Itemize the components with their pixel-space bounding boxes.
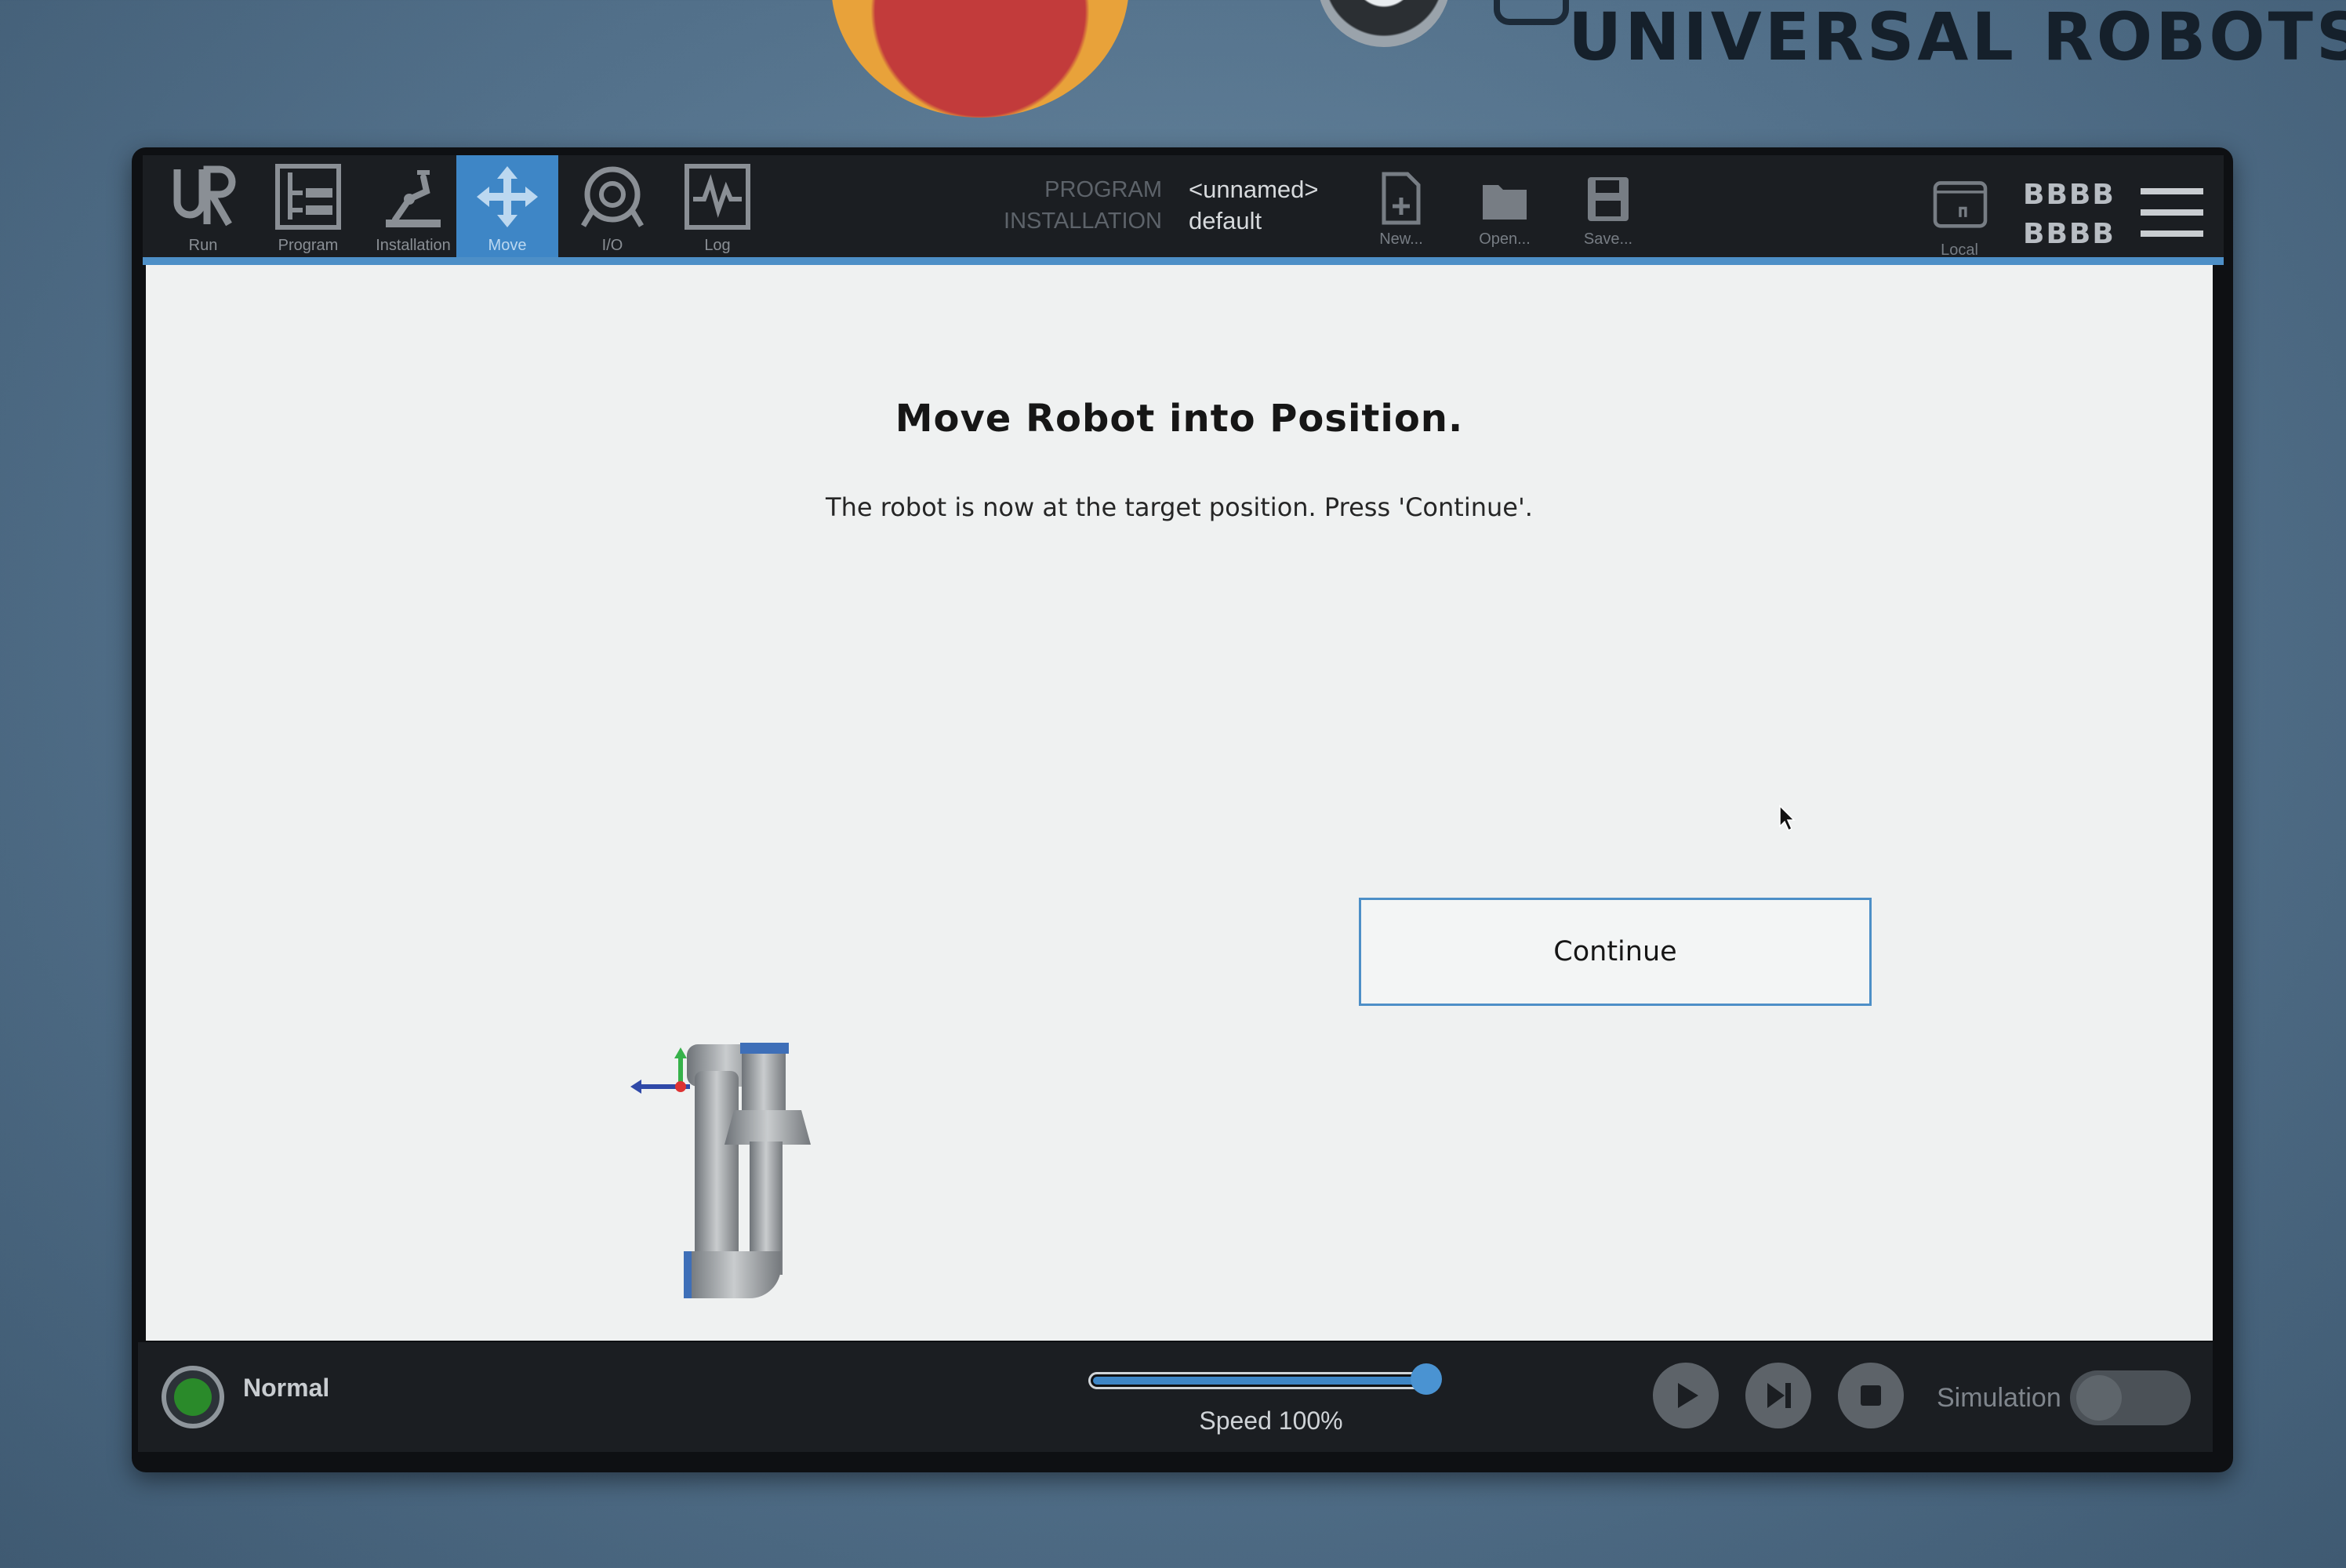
tab-log[interactable]: Log bbox=[666, 155, 768, 257]
robot-id-line-2: BBBB bbox=[2023, 218, 2115, 250]
speed-label: Speed 100% bbox=[1199, 1406, 1343, 1435]
tab-program[interactable]: Program bbox=[257, 155, 359, 257]
ur-logo-icon bbox=[173, 165, 236, 227]
program-label: PROGRAM bbox=[1044, 177, 1162, 202]
tab-label: Move bbox=[488, 237, 527, 254]
status-light-icon bbox=[174, 1378, 212, 1416]
stop-icon bbox=[1861, 1385, 1881, 1406]
open-label: Open... bbox=[1479, 230, 1531, 248]
tab-move[interactable]: Move bbox=[456, 155, 558, 257]
stop-button[interactable] bbox=[1838, 1363, 1904, 1428]
robot-3d-view bbox=[630, 1043, 811, 1298]
robot-status-button[interactable] bbox=[162, 1366, 224, 1428]
simulation-label: Simulation bbox=[1937, 1383, 2061, 1413]
emergency-stop-button[interactable] bbox=[831, 0, 1129, 118]
hamburger-menu-icon[interactable] bbox=[2141, 187, 2203, 238]
log-graph-icon bbox=[685, 164, 750, 230]
top-bar: Run Program Installation Move I/O Log PR… bbox=[143, 155, 2224, 259]
tab-io[interactable]: I/O bbox=[561, 155, 663, 257]
simulation-toggle-knob bbox=[2076, 1375, 2122, 1421]
step-forward-icon bbox=[1767, 1383, 1791, 1408]
save-label: Save... bbox=[1583, 230, 1633, 248]
tab-installation[interactable]: Installation bbox=[362, 155, 464, 257]
instruction-message: The robot is now at the target position.… bbox=[826, 492, 1533, 522]
continue-button[interactable]: Continue bbox=[1359, 898, 1872, 1006]
tab-label: Program bbox=[278, 237, 339, 254]
robot-status-text: Normal bbox=[243, 1374, 330, 1402]
brand-logo-icon bbox=[1494, 0, 1569, 25]
new-label: New... bbox=[1379, 230, 1423, 248]
speed-slider[interactable] bbox=[1088, 1363, 1442, 1395]
installation-name: default bbox=[1189, 207, 1262, 234]
program-name: <unnamed> bbox=[1189, 176, 1319, 203]
topbar-accent-line bbox=[143, 257, 2224, 265]
bottom-bar: Normal Speed 100% Simulation bbox=[138, 1342, 2213, 1452]
save-program-button[interactable]: Save... bbox=[1565, 163, 1651, 253]
step-button[interactable] bbox=[1745, 1363, 1811, 1428]
speed-slider-fill bbox=[1093, 1377, 1429, 1385]
io-icon bbox=[580, 166, 645, 227]
robot-id-line-1: BBBB bbox=[2023, 179, 2115, 211]
speed-slider-handle[interactable] bbox=[1411, 1363, 1442, 1395]
tab-run[interactable]: Run bbox=[152, 155, 254, 257]
page-title: Move Robot into Position. bbox=[895, 397, 1464, 441]
new-file-icon bbox=[1382, 172, 1421, 225]
tab-label: Log bbox=[704, 237, 731, 254]
brand-name: UNIVERSAL ROBOTS bbox=[1568, 0, 2346, 75]
program-tree-icon bbox=[275, 164, 341, 230]
tab-label: Run bbox=[188, 237, 218, 254]
robot-arm-icon bbox=[386, 170, 441, 227]
local-control-button[interactable]: Local bbox=[1916, 166, 2003, 259]
local-tablet-icon bbox=[1933, 181, 1988, 228]
folder-icon bbox=[1483, 185, 1527, 220]
installation-label: INSTALLATION bbox=[1004, 209, 1162, 234]
play-icon bbox=[1678, 1383, 1698, 1408]
main-content: Move Robot into Position. The robot is n… bbox=[146, 265, 2213, 1341]
power-dial[interactable] bbox=[1317, 0, 1451, 47]
device-housing: UNIVERSAL ROBOTS bbox=[0, 0, 2346, 157]
tab-label: I/O bbox=[601, 237, 623, 254]
new-program-button[interactable]: New... bbox=[1358, 163, 1444, 253]
save-icon bbox=[1588, 177, 1629, 221]
move-arrows-icon bbox=[477, 166, 538, 227]
simulation-toggle[interactable] bbox=[2070, 1370, 2191, 1425]
open-program-button[interactable]: Open... bbox=[1462, 163, 1548, 253]
mouse-cursor-icon bbox=[1779, 804, 1796, 832]
play-button[interactable] bbox=[1653, 1363, 1719, 1428]
tab-label: Installation bbox=[376, 237, 451, 254]
